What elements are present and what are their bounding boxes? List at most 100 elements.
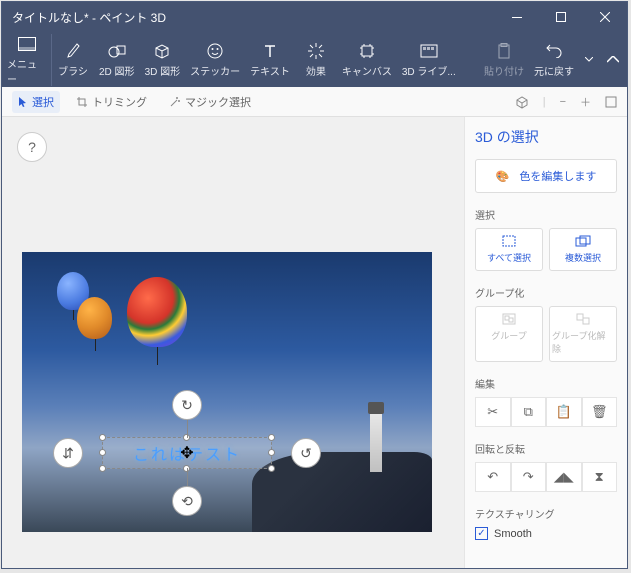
menu-label: メニュー: [7, 56, 46, 86]
ribbon-3dlibrary[interactable]: 3D ライブ...: [397, 41, 461, 78]
section-label: 選択: [475, 207, 617, 222]
view-3d-button[interactable]: [515, 95, 529, 109]
resize-handle[interactable]: [268, 465, 275, 472]
palette-icon: 🎨: [496, 170, 510, 183]
ribbon-history-dropdown[interactable]: [579, 57, 599, 62]
image-balloon: [127, 277, 187, 347]
shapes-3d-icon: [153, 41, 171, 61]
canvas-area[interactable]: ? これはテスト ✥: [2, 117, 464, 568]
tool-crop[interactable]: トリミング: [70, 91, 153, 113]
zoom-in-button[interactable]: ＋: [580, 94, 591, 110]
image-lighthouse: [370, 412, 382, 472]
section-label: グループ化: [475, 285, 617, 300]
flip-horizontal-button[interactable]: ◢◣: [546, 462, 582, 492]
ribbon-3d[interactable]: 3D 図形: [140, 41, 186, 78]
select-all-button[interactable]: すべて選択: [475, 228, 543, 271]
ribbon-canvas[interactable]: キャンバス: [337, 41, 397, 78]
ribbon-paste: 貼り付け: [479, 41, 529, 78]
window-title: タイトルなし* - ペイント 3D: [12, 9, 166, 26]
ribbon-text[interactable]: テキスト: [245, 41, 295, 78]
text-selection[interactable]: これはテスト ✥ ↻ ⟲ ⇵ ↺: [102, 437, 272, 469]
resize-handle[interactable]: [268, 434, 275, 441]
menu-button[interactable]: メニュー: [2, 34, 52, 86]
cut-button[interactable]: ✂: [475, 397, 511, 427]
button-label: 複数選択: [565, 251, 601, 264]
maximize-button[interactable]: [539, 2, 583, 32]
ribbon-label: ステッカー: [190, 63, 240, 78]
ribbon-label: キャンバス: [342, 63, 392, 78]
tool-label: トリミング: [92, 94, 147, 110]
copy-button[interactable]: ⧉: [511, 397, 547, 427]
ungroup-icon: [576, 313, 590, 325]
rotate-stem: [187, 420, 188, 438]
button-label: 色を編集します: [519, 168, 596, 184]
button-label: グループ: [491, 329, 526, 342]
crop-icon: [76, 96, 88, 108]
zoom-fit-button[interactable]: [605, 96, 617, 108]
ribbon-label: 貼り付け: [484, 63, 524, 78]
resize-handle[interactable]: [99, 465, 106, 472]
resize-handle[interactable]: [268, 449, 275, 456]
image-balloon: [77, 297, 112, 339]
ribbon-2d[interactable]: 2D 図形: [94, 41, 140, 78]
checkbox-label: Smooth: [494, 528, 532, 540]
rotate-y-button[interactable]: ↺: [291, 438, 321, 468]
smooth-checkbox[interactable]: ✓ Smooth: [475, 527, 617, 540]
help-button[interactable]: ?: [17, 132, 47, 162]
multi-select-icon: [575, 235, 591, 247]
tool-magic-select[interactable]: マジック選択: [163, 91, 257, 113]
select-all-icon: [502, 235, 516, 247]
rotate-z-button[interactable]: ⟲: [172, 486, 202, 516]
button-label: すべて選択: [487, 251, 531, 264]
paste-icon: [497, 41, 511, 61]
ribbon-label: テキスト: [250, 63, 290, 78]
shapes-2d-icon: [108, 41, 126, 61]
section-label: テクスチャリング: [475, 506, 617, 521]
ribbon-collapse[interactable]: [599, 56, 627, 63]
canvas[interactable]: これはテスト ✥ ↻ ⟲ ⇵ ↺: [22, 252, 432, 532]
group-icon: [502, 313, 516, 325]
tool-select[interactable]: 選択: [12, 91, 60, 113]
delete-button[interactable]: 🗑: [582, 397, 618, 427]
image-rocks: [252, 452, 432, 532]
magic-icon: [169, 96, 181, 108]
flip-vertical-button[interactable]: ⧗: [582, 462, 618, 492]
zoom-out-button[interactable]: −: [560, 96, 566, 108]
edit-colors-button[interactable]: 🎨 色を編集します: [475, 159, 617, 193]
ribbon-stickers[interactable]: ステッカー: [185, 41, 245, 78]
section-label: 編集: [475, 376, 617, 391]
close-button[interactable]: [583, 2, 627, 32]
resize-handle[interactable]: [99, 449, 106, 456]
chevron-down-icon: [585, 57, 593, 62]
ribbon-label: 2D 図形: [99, 63, 135, 78]
section-label: 回転と反転: [475, 441, 617, 456]
app-window: タイトルなし* - ペイント 3D メニュー ブラシ 2D 図形 3D 図形 ス…: [1, 1, 628, 569]
move-cursor-icon: ✥: [180, 443, 193, 463]
toolbar: 選択 トリミング マジック選択 | − ＋: [2, 87, 627, 117]
canvas-icon: [359, 41, 375, 61]
ribbon-label: 効果: [306, 63, 326, 78]
ribbon-label: 3D 図形: [145, 63, 181, 78]
rotate-x-button[interactable]: ↻: [172, 390, 202, 420]
button-label: グループ化解除: [552, 329, 614, 355]
ribbon-brushes[interactable]: ブラシ: [52, 41, 94, 78]
rotate-left-button[interactable]: ↶: [475, 462, 511, 492]
multi-select-button[interactable]: 複数選択: [549, 228, 617, 271]
rotate-stem: [187, 468, 188, 486]
side-panel: 3D の選択 🎨 色を編集します 選択 すべて選択 複数選択 グループ化: [464, 117, 627, 568]
tool-label: 選択: [32, 94, 54, 110]
depth-button[interactable]: ⇵: [53, 438, 83, 468]
resize-handle[interactable]: [99, 434, 106, 441]
ribbon-effects[interactable]: 効果: [295, 41, 337, 78]
ribbon-undo[interactable]: 元に戻す: [529, 41, 579, 78]
effects-icon: [307, 41, 325, 61]
titlebar: タイトルなし* - ペイント 3D: [2, 2, 627, 32]
ribbon-label: 3D ライブ...: [402, 63, 456, 78]
rotate-right-button[interactable]: ↷: [511, 462, 547, 492]
minimize-button[interactable]: [495, 2, 539, 32]
content-area: ? これはテスト ✥: [2, 117, 627, 568]
panel-title: 3D の選択: [475, 127, 617, 147]
library-icon: [420, 41, 438, 61]
group-button: グループ: [475, 306, 543, 362]
undo-icon: [546, 41, 562, 61]
